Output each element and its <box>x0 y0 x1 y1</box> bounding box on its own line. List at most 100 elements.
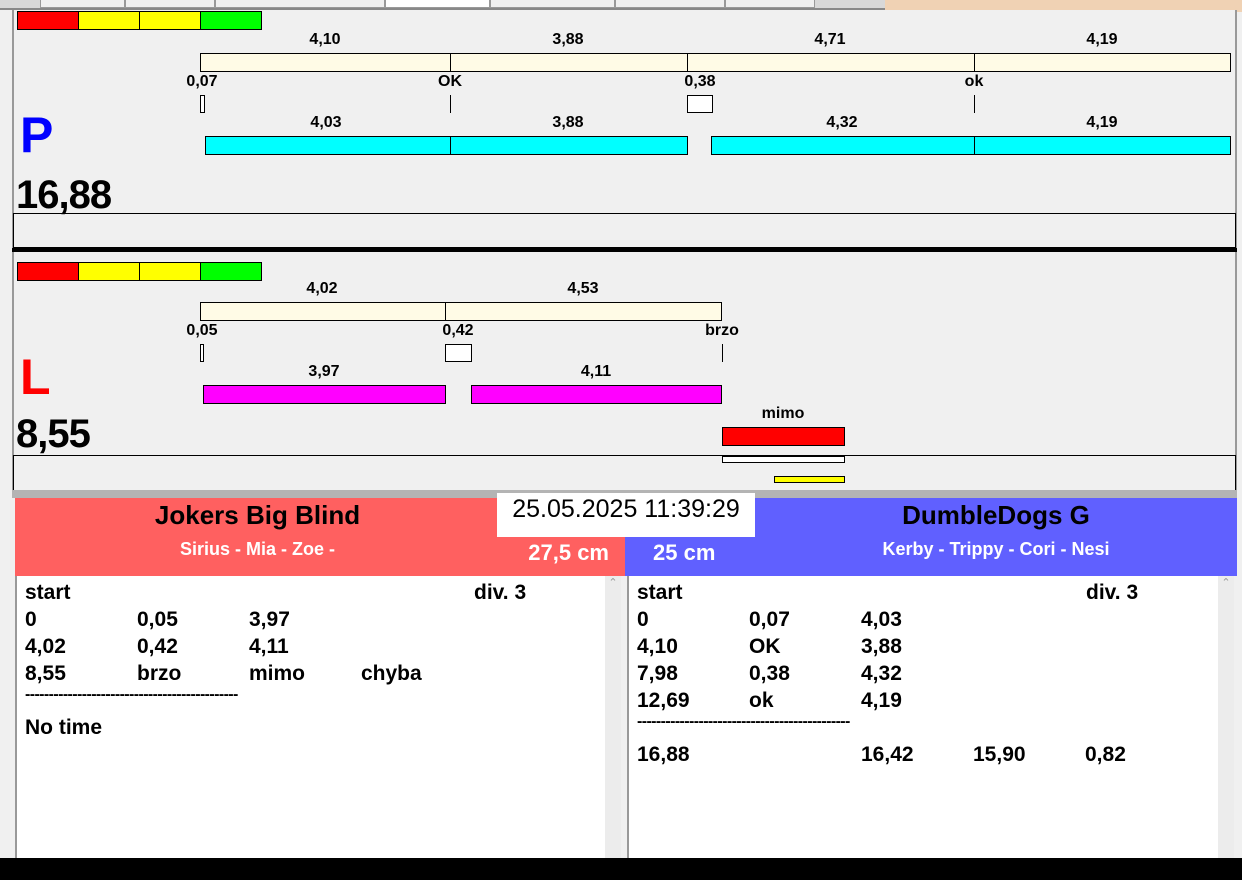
dog-time-label: 3,97 <box>308 363 340 380</box>
dog-time-label: 4,32 <box>826 114 858 131</box>
result: No time <box>25 716 103 739</box>
lane-total: 8,55 <box>16 412 91 456</box>
log-cell: 4,19 <box>861 689 902 712</box>
team-dogs: Sirius - Mia - Zoe - <box>179 539 335 559</box>
divider <box>687 53 688 72</box>
log-cell: 4,02 <box>25 635 66 658</box>
split-label: 4,53 <box>567 280 599 297</box>
changeover-marker <box>200 344 204 362</box>
status-green <box>200 262 262 281</box>
dog-time-label: 4,11 <box>580 363 612 380</box>
log-text: start <box>25 581 71 604</box>
lane-l-panel: 4,02 4,53 0,05 0,42 brzo L 3,97 4,11 mim… <box>12 252 1237 491</box>
fault-bar <box>722 427 845 446</box>
divider <box>445 302 446 321</box>
dog-time-label: 4,03 <box>310 114 342 131</box>
log-cell: chyba <box>361 662 422 685</box>
run-bar <box>200 53 1231 72</box>
log-cell: 0,07 <box>749 608 790 631</box>
team-right-log[interactable]: start div. 3 0 0,07 4,03 4,10 OK 3,88 7,… <box>627 576 1234 858</box>
status-yellow <box>78 11 140 30</box>
status-yellow <box>139 11 201 30</box>
dog-bar <box>711 136 1231 155</box>
log-cell: 0 <box>25 608 37 631</box>
datetime: 25.05.2025 11:39:29 <box>497 493 755 537</box>
log-cell: 7,98 <box>637 662 678 685</box>
log-cell: 3,97 <box>249 608 290 631</box>
split-label: 4,02 <box>306 280 338 297</box>
log-cell: 0,38 <box>749 662 790 685</box>
result: 16,88 <box>637 743 690 766</box>
tab[interactable] <box>725 0 815 8</box>
dog-time-label: 4,19 <box>1086 114 1118 131</box>
team-name: DumbleDogs G <box>902 500 1090 530</box>
log-cell: 4,10 <box>637 635 678 658</box>
changeover-label: 0,05 <box>186 322 218 339</box>
lane-letter: L <box>20 349 51 405</box>
log-text: start <box>637 581 683 604</box>
tab-active[interactable] <box>385 0 490 8</box>
divider <box>450 136 451 155</box>
tab-strip[interactable] <box>0 0 885 10</box>
scrollbar[interactable]: ⌃ <box>1218 576 1234 858</box>
fault-marker <box>722 456 845 463</box>
log-cell: 4,03 <box>861 608 902 631</box>
divider <box>974 136 975 155</box>
log-cell: brzo <box>137 662 182 685</box>
log-cell: ok <box>749 689 774 712</box>
tab[interactable] <box>490 0 615 8</box>
log-cell: 12,69 <box>637 689 690 712</box>
separator-line: ----------------------------------------… <box>637 713 850 730</box>
jump-height: 25 cm <box>653 540 716 565</box>
fault-track <box>13 455 1236 491</box>
split-label: 3,88 <box>552 31 584 48</box>
log-cell: 0,05 <box>137 608 178 631</box>
status-green <box>200 11 262 30</box>
scrollbar[interactable]: ⌃ <box>605 576 621 858</box>
run-bar <box>200 302 722 321</box>
changeover-label: 0,42 <box>442 322 474 339</box>
team-left-log[interactable]: start div. 3 0 0,05 3,97 4,02 0,42 4,11 … <box>15 576 621 858</box>
changeover-marker <box>445 344 472 362</box>
split-label: 4,71 <box>814 31 846 48</box>
changeover-label: 0,38 <box>684 73 716 90</box>
result: 16,42 <box>861 743 914 766</box>
log-cell: 0,42 <box>137 635 178 658</box>
split-label: 4,19 <box>1086 31 1118 48</box>
log-cell: 3,88 <box>861 635 902 658</box>
division: div. 3 <box>1086 581 1139 604</box>
split-label: 4,10 <box>309 31 341 48</box>
changeover-tick <box>450 95 451 113</box>
divider <box>450 53 451 72</box>
team-dogs: Kerby - Trippy - Cori - Nesi <box>882 539 1110 559</box>
status-yellow <box>139 262 201 281</box>
changeover-label: 0,07 <box>186 73 218 90</box>
fault-label: mimo <box>761 405 805 422</box>
changeover-label: OK <box>438 73 462 90</box>
divider <box>974 53 975 72</box>
dog-bar <box>205 136 688 155</box>
changeover-tick <box>722 344 723 362</box>
status-yellow <box>78 262 140 281</box>
division: div. 3 <box>474 581 527 604</box>
result: 15,90 <box>973 743 1026 766</box>
tab[interactable] <box>215 0 385 8</box>
lane-total: 16,88 <box>16 173 112 217</box>
dog-bar <box>203 385 446 404</box>
jump-height: 27,5 cm <box>528 540 609 565</box>
changeover-label: brzo <box>705 322 739 339</box>
lane-p-panel: 4,10 3,88 4,71 4,19 0,07 OK 0,38 ok P 4,… <box>12 10 1237 248</box>
tab[interactable] <box>40 0 125 8</box>
log-cell: 8,55 <box>25 662 66 685</box>
tab[interactable] <box>615 0 725 8</box>
tab[interactable] <box>125 0 215 8</box>
dog-time-label: 3,88 <box>552 114 584 131</box>
bottom-bar <box>0 858 1242 880</box>
status-red <box>17 11 79 30</box>
dog-bar <box>471 385 722 404</box>
log-cell: 4,11 <box>249 635 289 658</box>
log-cell: OK <box>749 635 781 658</box>
team-name: Jokers Big Blind <box>154 500 361 530</box>
log-cell: 4,32 <box>861 662 902 685</box>
fault-track <box>13 213 1236 248</box>
